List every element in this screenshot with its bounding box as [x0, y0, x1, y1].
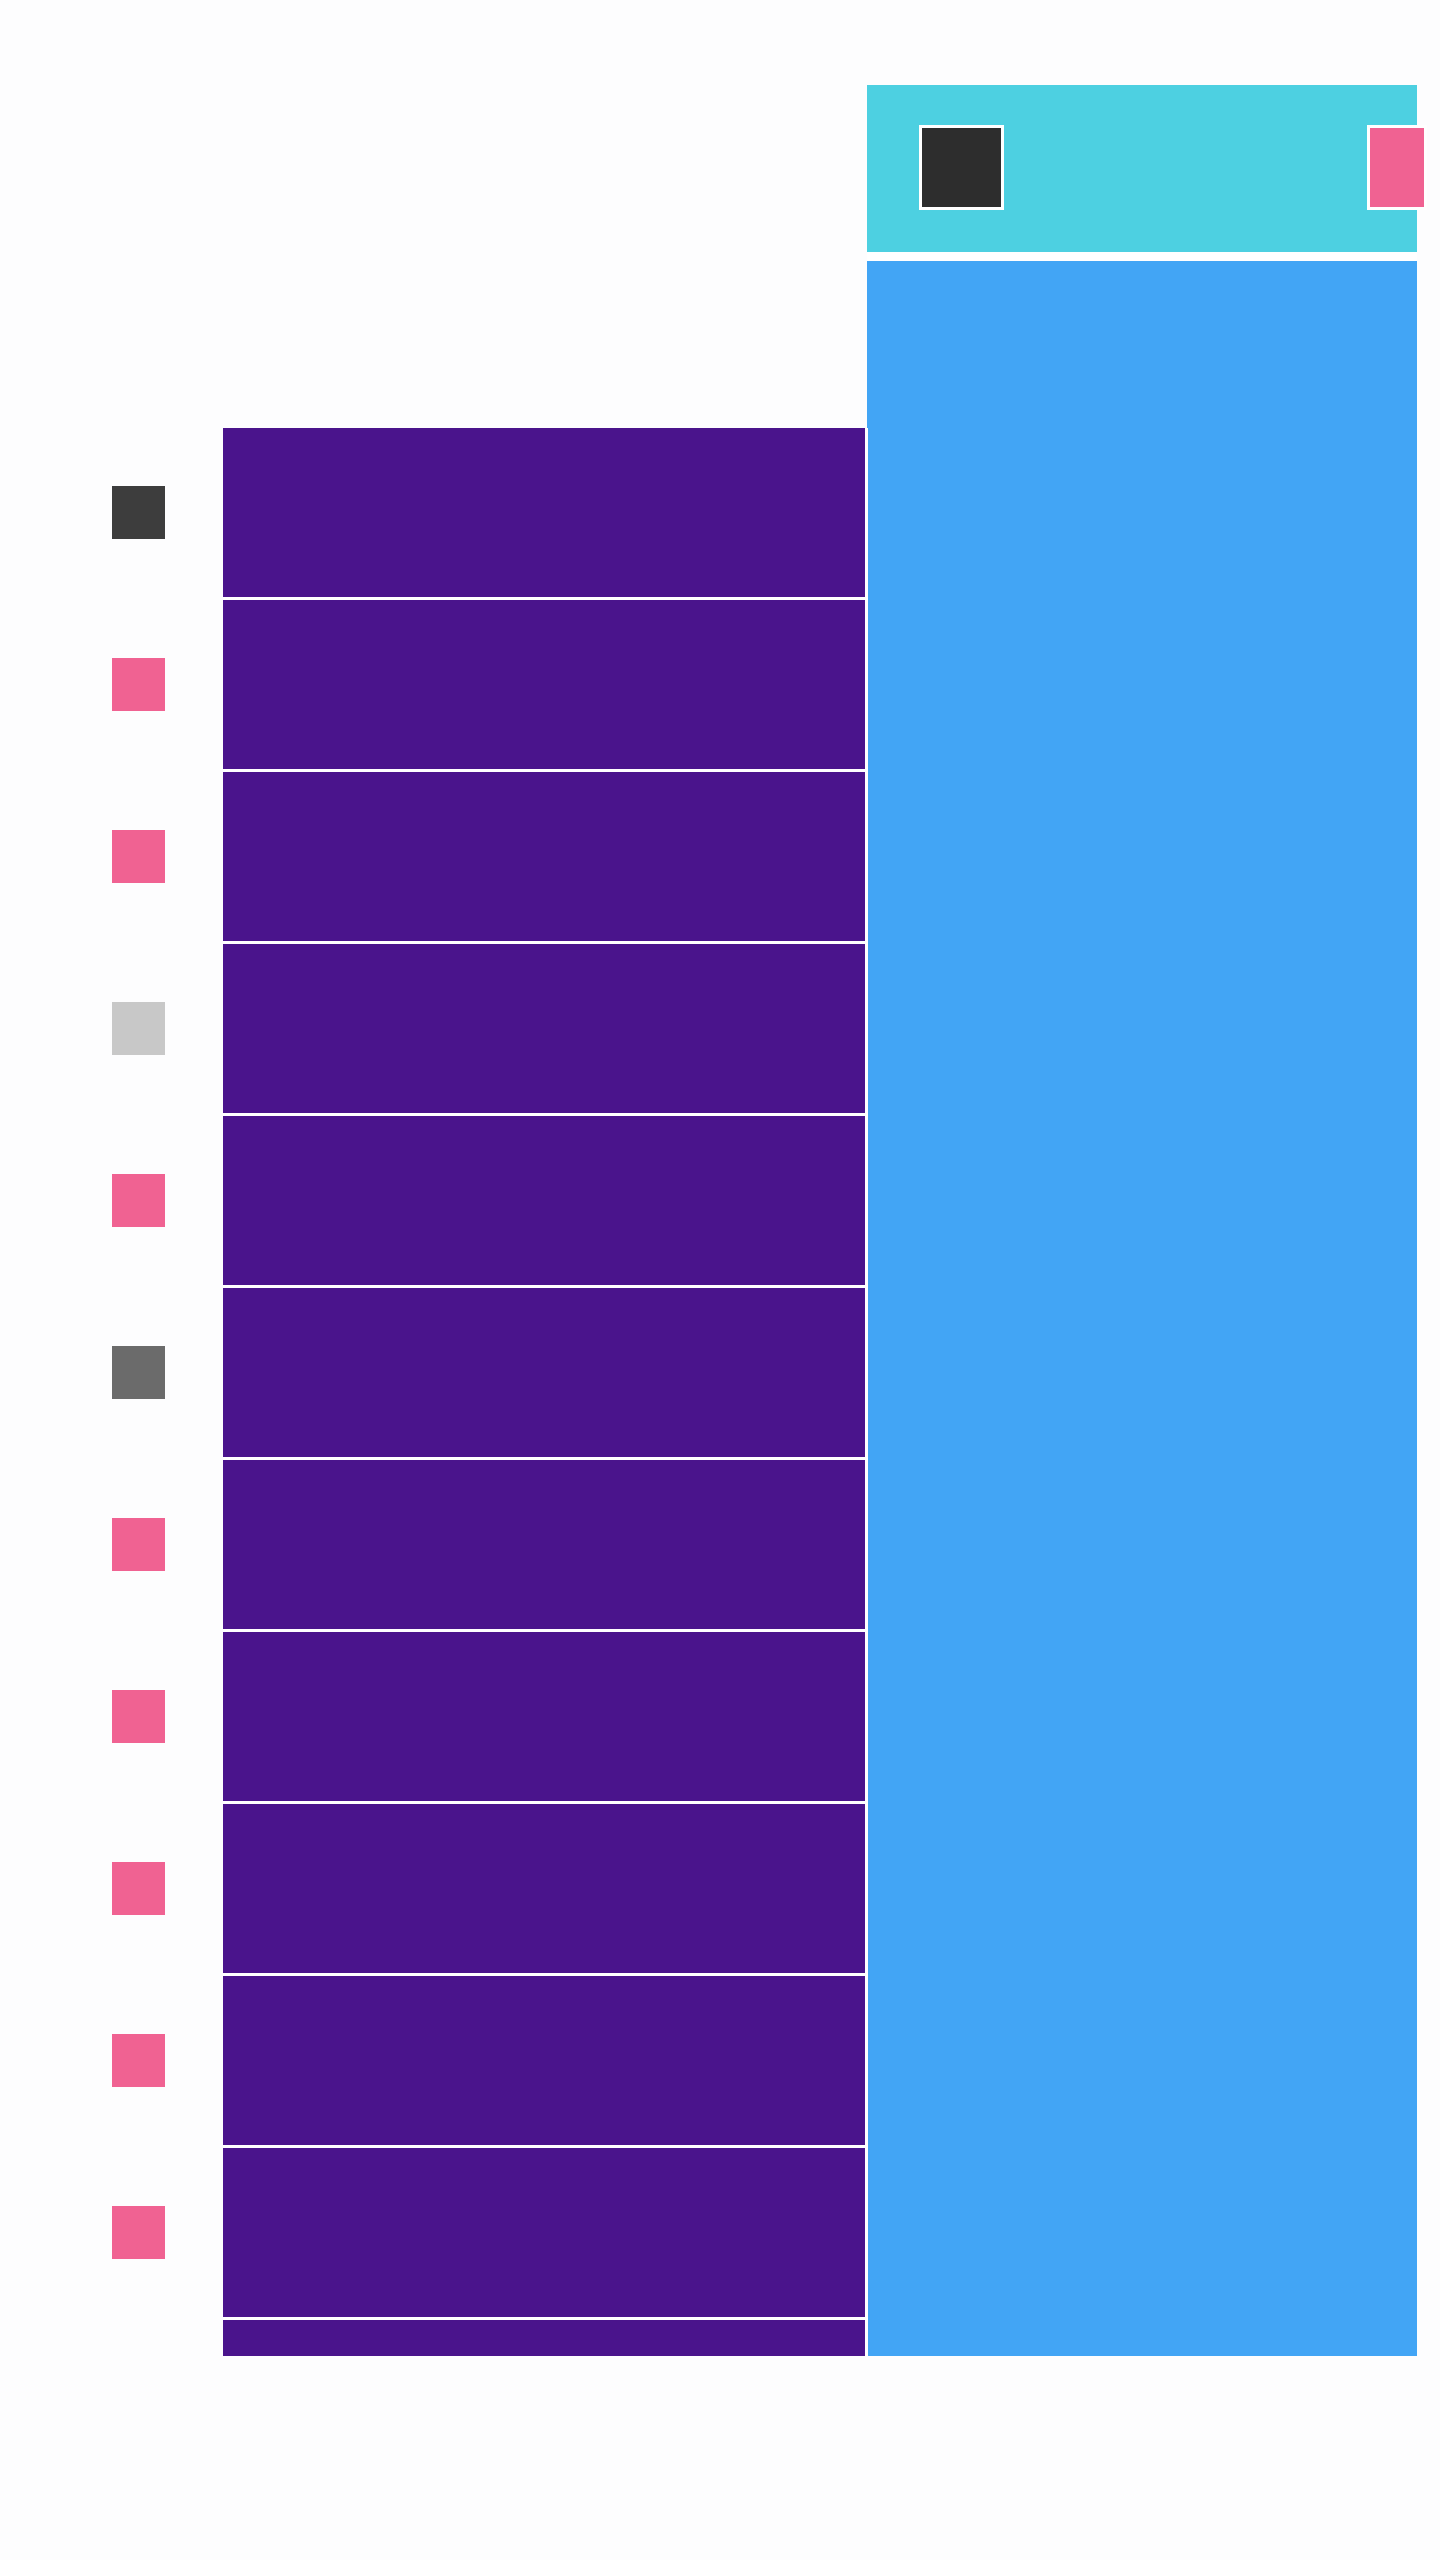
- list-row[interactable]: [223, 944, 867, 1113]
- row-color-swatch: [112, 1518, 165, 1571]
- list-row[interactable]: [223, 600, 867, 769]
- row-color-swatch: [112, 1346, 165, 1399]
- list-row[interactable]: [223, 772, 867, 941]
- row-separator: [223, 1973, 867, 1976]
- row-separator: [223, 1285, 867, 1288]
- list-row[interactable]: [223, 1976, 867, 2145]
- row-color-swatch: [112, 1002, 165, 1055]
- row-color-swatch: [112, 1862, 165, 1915]
- list-row[interactable]: [223, 2320, 867, 2356]
- row-color-swatch: [112, 2206, 165, 2259]
- row-color-swatch: [112, 486, 165, 539]
- row-separator: [223, 1629, 867, 1632]
- item-list: [223, 428, 867, 2356]
- list-row[interactable]: [223, 428, 867, 597]
- row-separator: [223, 2317, 867, 2320]
- row-separator: [223, 2145, 867, 2148]
- list-panel-divider: [865, 428, 868, 2356]
- header-right-button[interactable]: [1367, 125, 1427, 210]
- row-color-swatch: [112, 2034, 165, 2087]
- list-row[interactable]: [223, 1632, 867, 1801]
- list-row[interactable]: [223, 1460, 867, 1629]
- list-row[interactable]: [223, 1804, 867, 1973]
- header-left-button[interactable]: [919, 125, 1004, 210]
- row-separator: [223, 1801, 867, 1804]
- header-bar: [867, 85, 1427, 252]
- list-row[interactable]: [223, 1288, 867, 1457]
- row-color-swatch: [112, 1690, 165, 1743]
- row-separator: [223, 769, 867, 772]
- header-divider: [867, 252, 1417, 261]
- row-color-swatch: [112, 830, 165, 883]
- main-panel: [867, 261, 1417, 2356]
- row-color-swatch: [112, 1174, 165, 1227]
- list-row[interactable]: [223, 1116, 867, 1285]
- row-color-swatch: [112, 658, 165, 711]
- row-separator: [223, 1113, 867, 1116]
- row-separator: [223, 1457, 867, 1460]
- row-separator: [223, 597, 867, 600]
- list-row[interactable]: [223, 2148, 867, 2317]
- row-separator: [223, 941, 867, 944]
- app-screen: [0, 0, 1440, 2560]
